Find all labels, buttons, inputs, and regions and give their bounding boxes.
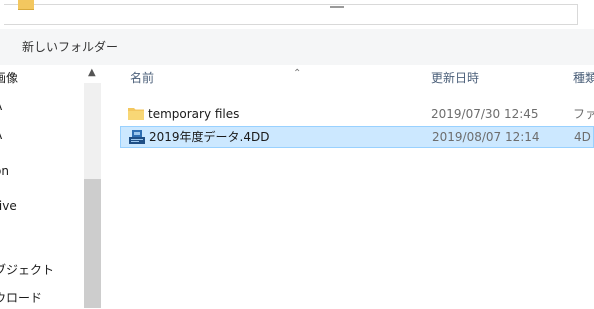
file-type: ファイ xyxy=(573,107,594,121)
file-date: 2019/08/07 12:14 xyxy=(432,130,540,144)
scroll-up-arrow-icon[interactable]: ▲ xyxy=(88,67,96,78)
nav-item-label: A xyxy=(0,99,2,113)
nav-item-a1[interactable]: A xyxy=(0,95,86,117)
nav-item-downloads[interactable]: ウロード xyxy=(0,287,86,309)
address-path-fragment xyxy=(330,6,344,8)
file-row-selected[interactable]: 2019年度データ.4DD 2019/08/07 12:14 4D I xyxy=(120,126,594,148)
nav-item-label: ウロード xyxy=(0,291,43,305)
nav-item-label: 画像 xyxy=(0,71,19,85)
nav-item-pictures[interactable]: 画像 xyxy=(0,67,86,89)
file-type: 4D I xyxy=(574,130,594,144)
navigation-pane: 画像 A A on rive ブジェクト ウロード ▲ xyxy=(0,65,102,308)
nav-item-label: A xyxy=(0,128,2,142)
file-list: 名前 ⌃ 更新日時 種類 temporary files 2019/07/30 … xyxy=(102,65,594,308)
nav-item-3d-objects[interactable]: ブジェクト xyxy=(0,259,86,281)
nav-item-label: ブジェクト xyxy=(0,263,55,277)
address-field[interactable] xyxy=(4,4,578,25)
nav-item-label: on xyxy=(0,164,9,178)
nav-item-label: rive xyxy=(0,199,17,213)
scrollbar-thumb[interactable] xyxy=(84,179,101,308)
sort-ascending-icon: ⌃ xyxy=(293,68,302,79)
file-name: 2019年度データ.4DD xyxy=(149,130,270,144)
nav-item-a2[interactable]: A xyxy=(0,124,86,146)
database-file-icon xyxy=(129,130,145,144)
column-header-date[interactable]: 更新日時 xyxy=(431,65,479,91)
nav-item-onedrive[interactable]: rive xyxy=(0,195,86,217)
nav-scrollbar[interactable] xyxy=(84,83,101,308)
address-bar[interactable] xyxy=(0,0,594,28)
folder-icon xyxy=(18,0,34,10)
column-header-type[interactable]: 種類 xyxy=(573,65,594,91)
file-date: 2019/07/30 12:45 xyxy=(431,107,539,121)
nav-item-on[interactable]: on xyxy=(0,160,86,182)
column-header-label: 名前 xyxy=(130,71,155,85)
folder-icon xyxy=(128,108,144,120)
new-folder-button[interactable]: 新しいフォルダー xyxy=(22,38,118,55)
file-row[interactable]: temporary files 2019/07/30 12:45 ファイ xyxy=(120,104,594,126)
column-header-name[interactable]: 名前 ⌃ xyxy=(130,65,310,91)
file-name: temporary files xyxy=(148,107,240,121)
